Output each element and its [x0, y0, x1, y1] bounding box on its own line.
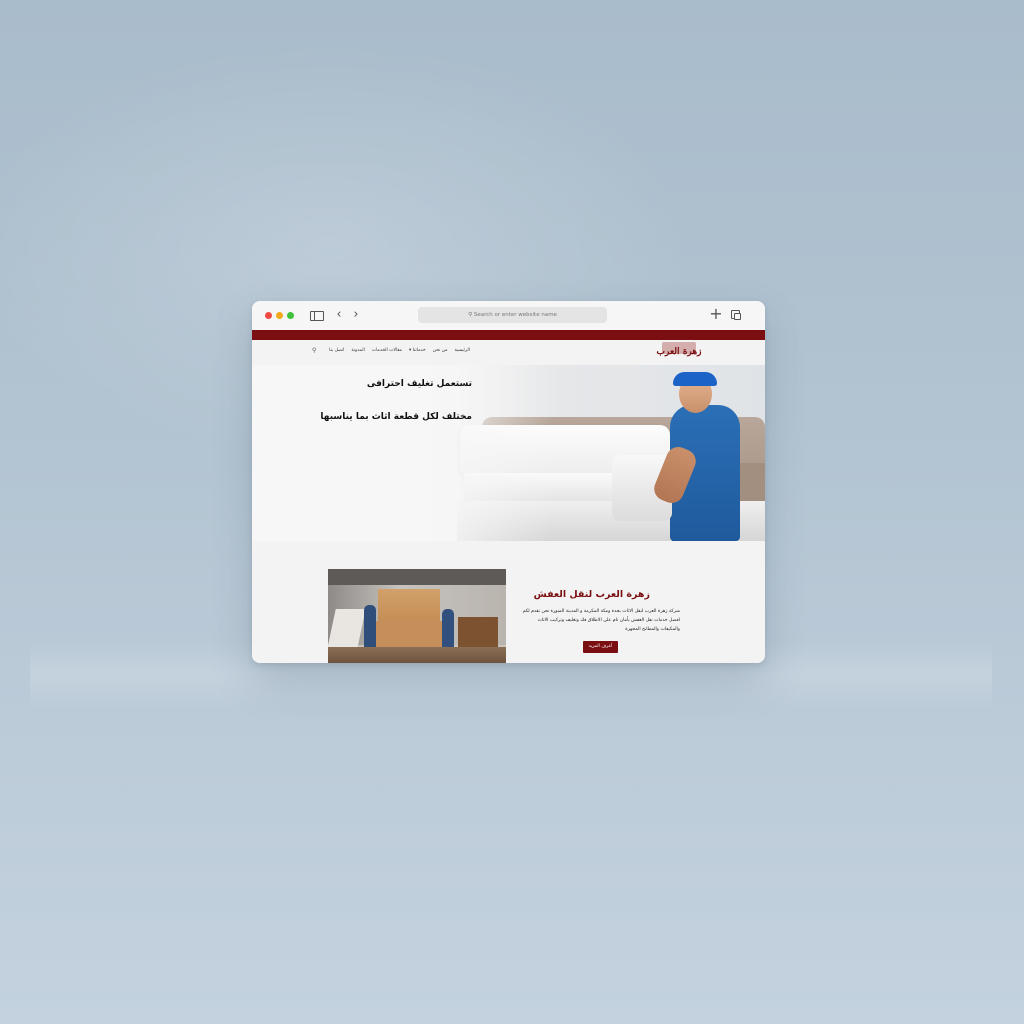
photo-cabinet — [458, 617, 498, 651]
address-bar-placeholder: Search or enter website name — [473, 312, 557, 318]
browser-window: ‹ › ⚲ Search or enter website name + زهر… — [252, 301, 765, 663]
nav-item-blog[interactable]: المدونة — [351, 348, 364, 356]
site-logo[interactable]: زهرة العرب — [656, 341, 702, 363]
hero-headline-line2: مختلف لكل قطعة اثاث بما يناسبها — [320, 412, 472, 422]
address-bar[interactable]: ⚲ Search or enter website name — [418, 307, 607, 323]
maximize-window-button[interactable] — [287, 312, 294, 319]
learn-more-button[interactable]: أعرف المزيد — [583, 641, 618, 653]
back-arrow-icon[interactable]: ‹ — [334, 307, 344, 323]
new-tab-plus-icon[interactable]: + — [709, 306, 723, 322]
about-section: زهرة العرب لنقل العفش شركة زهرة العرب لن… — [252, 541, 765, 663]
website-viewport: زهرة العرب ⚲ الرئيسية من نحن خدماتنا ▾ م… — [252, 330, 765, 663]
photo-ceiling — [328, 569, 506, 585]
hero-banner: تستعمل تغليف احترافى مختلف لكل قطعة اثاث… — [252, 365, 765, 541]
nav-item-contact[interactable]: اتصل بنا — [329, 348, 344, 356]
main-navigation: الرئيسية من نحن خدماتنا ▾ مقالات الخدمات… — [310, 348, 470, 356]
close-window-button[interactable] — [265, 312, 272, 319]
forward-arrow-icon[interactable]: › — [351, 307, 361, 323]
tab-overview-icon[interactable] — [731, 310, 741, 320]
worker-cap-graphic — [673, 372, 717, 386]
browser-toolbar: ‹ › ⚲ Search or enter website name + — [252, 301, 765, 331]
nav-item-service-articles[interactable]: مقالات الخدمات — [372, 348, 402, 356]
minimize-window-button[interactable] — [276, 312, 283, 319]
hero-fade-overlay — [252, 365, 552, 541]
hero-headline-line1: تستعمل تغليف احترافى — [366, 379, 472, 389]
about-title: زهرة العرب لنقل العفش — [533, 589, 650, 600]
nav-item-about[interactable]: من نحن — [433, 348, 448, 356]
nav-item-services[interactable]: خدماتنا ▾ — [409, 348, 426, 356]
sidebar-toggle-icon[interactable] — [310, 311, 324, 321]
photo-floor — [328, 647, 506, 663]
movers-photo — [328, 569, 506, 663]
search-icon: ⚲ — [468, 312, 473, 318]
site-top-bar — [252, 330, 765, 340]
about-description: شركة زهرة العرب لنقل الاثاث بجدة ومكة ال… — [522, 609, 680, 632]
nav-item-home[interactable]: الرئيسية — [455, 348, 471, 356]
